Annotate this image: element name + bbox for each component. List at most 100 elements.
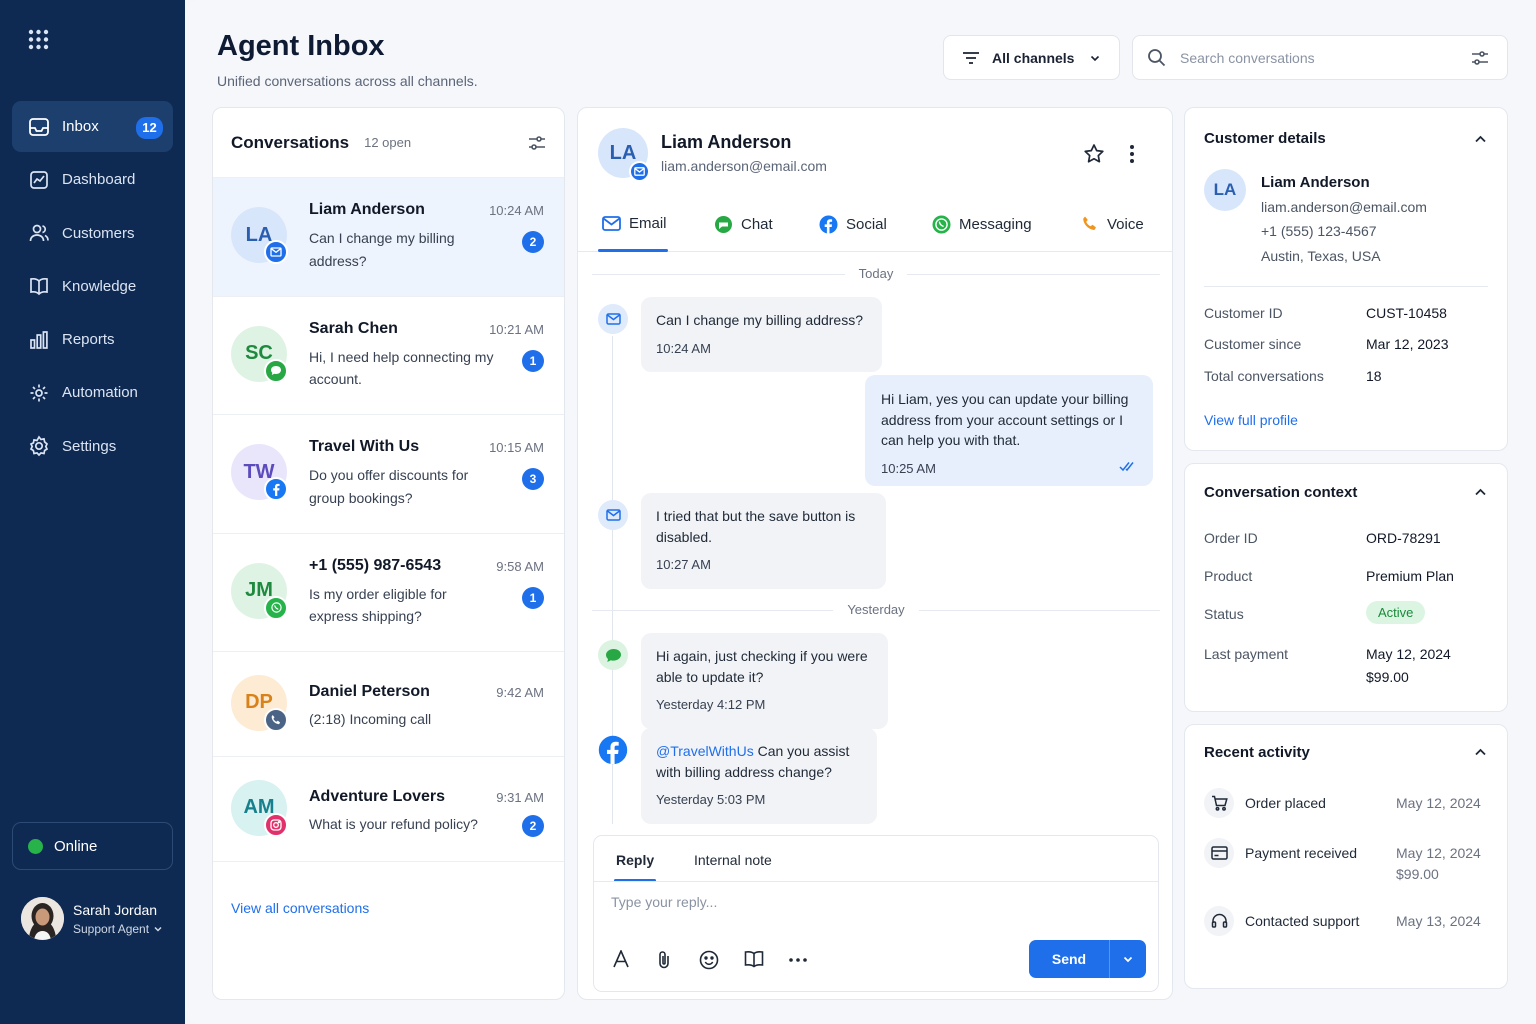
field-value: Mar 12, 2023: [1366, 336, 1449, 352]
message-incoming: Hi again, just checking if you were able…: [641, 633, 888, 729]
contact-email: liam.anderson@email.com: [661, 158, 827, 174]
tab-label: Social: [846, 216, 887, 233]
date-divider-label: Today: [844, 266, 908, 281]
conversations-panel: Conversations 12 open LA Liam Anderson 10:…: [212, 107, 565, 1000]
message-time: 10:27 AM: [656, 557, 711, 572]
date-divider-label: Yesterday: [833, 602, 919, 617]
tab-internal-note[interactable]: Internal note: [694, 852, 772, 868]
sidebar-item-reports[interactable]: Reports: [12, 314, 173, 365]
reports-icon: [28, 329, 50, 351]
card-title: Conversation context: [1204, 484, 1358, 501]
message-text: Hi again, just checking if you were able…: [656, 648, 868, 685]
status-label: Online: [54, 837, 98, 855]
conversation-time: 9:42 AM: [496, 684, 544, 700]
activity-date: May 12, 2024: [1396, 795, 1481, 811]
conversation-time: 9:58 AM: [496, 558, 544, 574]
mention-link[interactable]: @TravelWithUs: [656, 743, 754, 759]
more-options-icon[interactable]: [789, 958, 807, 962]
star-icon[interactable]: [1083, 143, 1105, 165]
tab-email[interactable]: Email: [598, 215, 668, 252]
field-value: CUST-10458: [1366, 305, 1447, 321]
search-filter-icon[interactable]: [1471, 50, 1489, 66]
send-button[interactable]: Send: [1029, 951, 1109, 967]
conversation-item-daniel-peterson[interactable]: DP Daniel Peterson 9:42 AM (2:18) Incoming …: [213, 652, 564, 757]
sidebar-item-inbox[interactable]: Inbox 12: [12, 101, 173, 152]
message-text: Can I change my billing address?: [656, 312, 864, 328]
message-time: Yesterday 4:12 PM: [656, 697, 766, 712]
search-bar: [1132, 35, 1508, 80]
email-icon: [264, 240, 288, 265]
message-preview: Hi, I need help connecting my account.: [309, 348, 494, 388]
conversation-item-liam-anderson[interactable]: LA Liam Anderson 10:24 AM Can I change my b…: [213, 178, 564, 297]
divider: [1204, 286, 1488, 287]
sidebar-item-customers[interactable]: Customers: [12, 208, 173, 259]
apps-grid-icon[interactable]: [28, 29, 49, 50]
message-preview: (2:18) Incoming call: [309, 710, 432, 727]
chevron-up-icon[interactable]: [1474, 486, 1487, 499]
more-options-icon[interactable]: [1129, 144, 1135, 164]
conversation-time: 10:21 AM: [489, 321, 544, 337]
sort-options-icon[interactable]: [528, 135, 546, 151]
activity-amount: $99.00: [1396, 866, 1439, 882]
tab-voice[interactable]: Voice: [1081, 215, 1144, 233]
field-label: Product: [1204, 568, 1253, 584]
payment-amount: $99.00: [1366, 669, 1409, 685]
field-label: Total conversations: [1204, 368, 1324, 384]
channel-filter-dropdown[interactable]: All channels: [943, 35, 1120, 80]
conversation-context-card: Conversation context Order ID ORD-78291 …: [1184, 463, 1508, 712]
field-label: Customer ID: [1204, 305, 1283, 321]
automation-icon: [28, 382, 50, 404]
conversation-item-phone-contact[interactable]: JM +1 (555) 987-6543 9:58 AM Is my order el…: [213, 534, 564, 652]
send-options-button[interactable]: [1110, 953, 1146, 965]
message-incoming: I tried that but the save button is disa…: [641, 493, 886, 589]
status-selector[interactable]: Online: [12, 822, 173, 870]
sidebar-item-dashboard[interactable]: Dashboard: [12, 154, 173, 205]
activity-label: Order placed: [1245, 795, 1326, 811]
headset-icon: [1204, 906, 1234, 936]
view-full-profile-link[interactable]: View full profile: [1204, 412, 1298, 428]
chevron-up-icon[interactable]: [1474, 746, 1487, 759]
emoji-icon[interactable]: [699, 950, 719, 970]
sidebar-item-knowledge[interactable]: Knowledge: [12, 261, 173, 312]
chat-icon: [714, 215, 733, 234]
search-input[interactable]: [1180, 49, 1471, 66]
user-profile[interactable]: Sarah Jordan Support Agent: [21, 897, 163, 940]
customer-location: Austin, Texas, USA: [1261, 248, 1381, 264]
message-preview: Is my order eligible for express shippin…: [309, 585, 447, 625]
tab-label: Reply: [616, 852, 655, 868]
tab-reply[interactable]: Reply: [614, 852, 656, 882]
activity-label: Contacted support: [1245, 913, 1360, 929]
attachment-icon[interactable]: [657, 950, 671, 969]
status-badge: Active: [1366, 601, 1426, 624]
knowledge-base-icon[interactable]: [744, 950, 764, 968]
message-text: I tried that but the save button is disa…: [656, 508, 856, 545]
chevron-down-icon[interactable]: [153, 924, 163, 934]
reply-input[interactable]: [611, 894, 1131, 910]
view-all-conversations-link[interactable]: View all conversations: [231, 900, 369, 916]
tab-social[interactable]: Social: [819, 215, 887, 234]
unread-badge: 1: [522, 349, 544, 372]
tab-messaging[interactable]: Messaging: [932, 215, 1032, 234]
conversation-item-adventure-lovers[interactable]: AM Adventure Lovers 9:31 AM What is your re…: [213, 757, 564, 862]
conversation-list: LA Liam Anderson 10:24 AM Can I change my b…: [213, 178, 564, 862]
tab-chat[interactable]: Chat: [714, 215, 773, 234]
customer-email: liam.anderson@email.com: [1261, 199, 1427, 215]
field-value: 18: [1366, 368, 1382, 384]
page-title: Agent Inbox: [217, 30, 385, 62]
text-format-icon[interactable]: [612, 950, 630, 968]
message-incoming: @TravelWithUs Can you assist with billin…: [641, 728, 877, 824]
email-channel-icon: [629, 161, 650, 182]
tab-label: Internal note: [694, 852, 772, 868]
conversation-item-sarah-chen[interactable]: SC Sarah Chen 10:21 AM Hi, I need help conn…: [213, 297, 564, 415]
conversation-item-travel-with-us[interactable]: TW Travel With Us 10:15 AM Do you offer dis…: [213, 415, 564, 534]
sidebar-item-settings[interactable]: Settings: [12, 421, 173, 472]
sidebar-item-label: Inbox: [62, 118, 99, 135]
contact-name: Liam Anderson: [309, 201, 425, 218]
cart-icon: [1204, 788, 1234, 818]
inbox-count-badge: 12: [136, 117, 163, 139]
chevron-up-icon[interactable]: [1474, 133, 1487, 146]
conversation-time: 10:15 AM: [489, 440, 544, 455]
sidebar-item-automation[interactable]: Automation: [12, 367, 173, 418]
contact-name: +1 (555) 987-6543: [309, 556, 442, 574]
sidebar-item-label: Reports: [62, 331, 115, 349]
